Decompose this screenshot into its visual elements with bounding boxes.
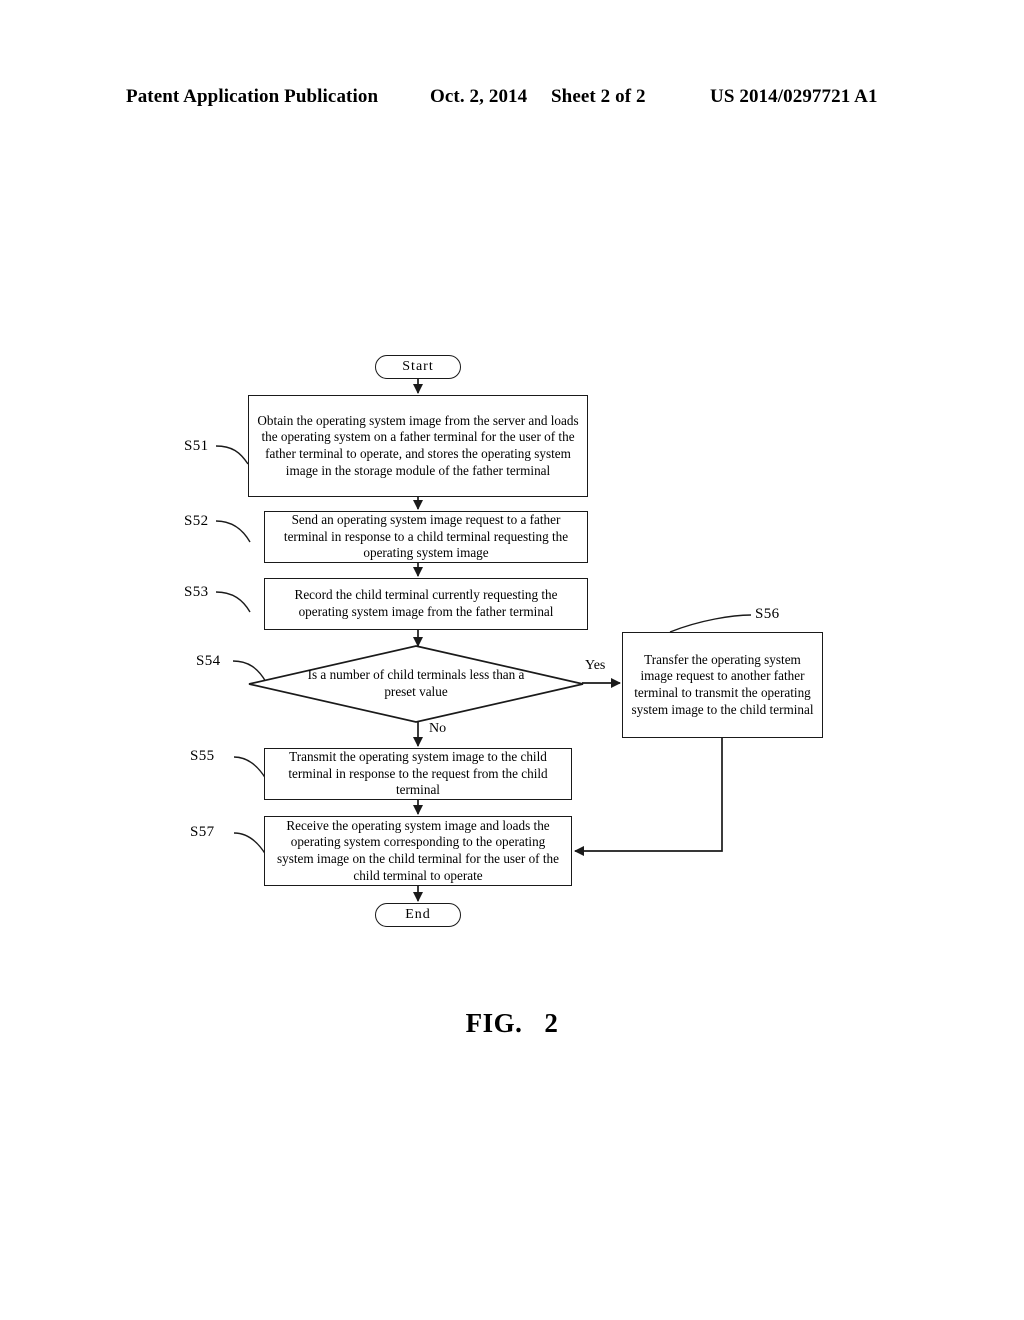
flow-node-s51-label: Obtain the operating system image from t…	[257, 412, 579, 478]
leader-line-s53	[215, 591, 251, 613]
leader-line-s57	[233, 832, 267, 856]
figure-caption-number: 2	[544, 1008, 559, 1038]
flow-node-s51[interactable]: Obtain the operating system image from t…	[248, 395, 588, 497]
flowchart-figure: Start Obtain the operating system image …	[0, 0, 1024, 1320]
flow-node-start[interactable]: Start	[375, 355, 461, 379]
figure-caption-word: FIG.	[465, 1008, 523, 1038]
flow-node-end-label: End	[405, 907, 431, 922]
flow-node-s56[interactable]: Transfer the operating system image requ…	[622, 632, 823, 738]
branch-label-no: No	[429, 721, 447, 736]
step-ref-s53: S53	[184, 584, 209, 600]
leader-line-s55	[233, 756, 267, 780]
leader-line-s51	[215, 445, 249, 465]
leader-line-s52	[215, 520, 251, 543]
flow-node-s57-label: Receive the operating system image and l…	[277, 817, 559, 883]
flow-node-s54[interactable]	[248, 645, 584, 723]
flow-node-s55-label: Transmit the operating system image to t…	[288, 749, 548, 798]
step-ref-s51: S51	[184, 438, 209, 454]
edge-s56-to-s57	[573, 738, 723, 857]
flow-node-end[interactable]: End	[375, 903, 461, 927]
step-ref-s55: S55	[190, 748, 215, 764]
flow-node-s56-label: Transfer the operating system image requ…	[631, 651, 814, 717]
flow-node-s55[interactable]: Transmit the operating system image to t…	[264, 748, 572, 800]
step-ref-s54: S54	[196, 653, 221, 669]
step-ref-s56: S56	[755, 606, 780, 622]
flow-node-s52[interactable]: Send an operating system image request t…	[264, 511, 588, 563]
leader-line-s56	[669, 614, 752, 633]
flow-node-s53-label: Record the child terminal currently requ…	[294, 587, 558, 619]
branch-label-yes: Yes	[585, 658, 606, 673]
flow-node-s52-label: Send an operating system image request t…	[283, 512, 569, 561]
step-ref-s57: S57	[190, 824, 215, 840]
flow-node-s53[interactable]: Record the child terminal currently requ…	[264, 578, 588, 630]
flow-node-s57[interactable]: Receive the operating system image and l…	[264, 816, 572, 886]
flow-node-start-label: Start	[402, 359, 434, 374]
figure-caption: FIG. 2	[0, 1008, 1024, 1039]
step-ref-s52: S52	[184, 513, 209, 529]
